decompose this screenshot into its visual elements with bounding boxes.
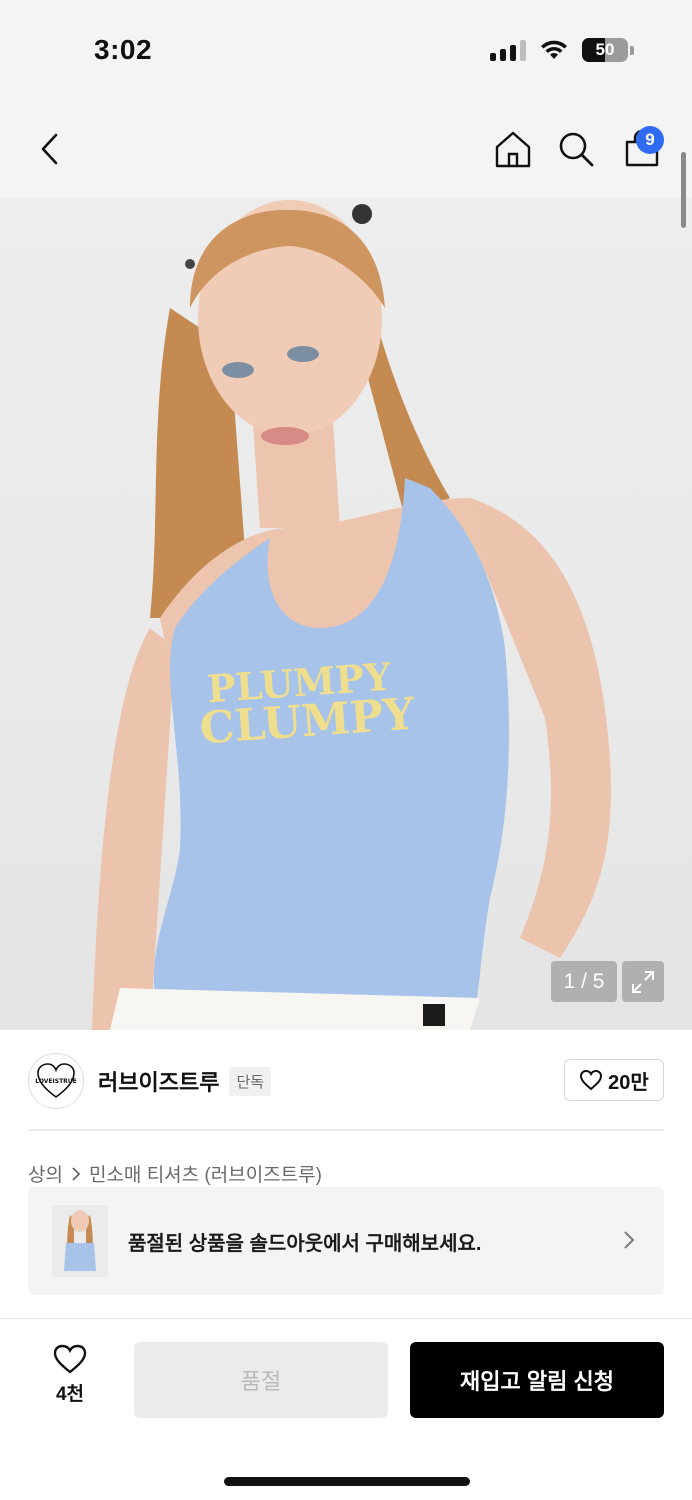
cart-badge: 9 bbox=[636, 126, 664, 154]
bottom-bar-divider bbox=[0, 1318, 692, 1319]
wifi-icon bbox=[541, 40, 567, 59]
back-icon bbox=[41, 133, 58, 165]
search-icon bbox=[559, 132, 594, 167]
status-time: 3:02 bbox=[94, 34, 153, 65]
home-button[interactable] bbox=[490, 100, 536, 198]
heart-icon bbox=[580, 1069, 603, 1091]
battery-icon: 50 bbox=[582, 38, 628, 62]
soldout-button: 품절 bbox=[134, 1342, 388, 1418]
cart-button[interactable]: 9 bbox=[616, 100, 668, 198]
section-divider bbox=[28, 1129, 664, 1131]
image-counter: 1 / 5 bbox=[551, 961, 617, 1002]
status-icons: 50 bbox=[490, 38, 634, 62]
battery-cap bbox=[630, 45, 634, 55]
breadcrumb: 상의 민소매 티셔츠 (러브이즈트루) bbox=[28, 1160, 322, 1187]
search-button[interactable] bbox=[554, 100, 598, 198]
product-photo: PLUMPY CLUMPY bbox=[92, 200, 611, 1030]
soldout-banner[interactable]: 품절된 상품을 솔드아웃에서 구매해보세요. bbox=[28, 1187, 664, 1295]
battery-level: 50 bbox=[595, 40, 615, 59]
expand-icon bbox=[632, 970, 654, 993]
brand-like-button[interactable]: 20만 bbox=[564, 1059, 664, 1101]
product-image[interactable]: PLUMPY CLUMPY bbox=[0, 198, 692, 1030]
chevron-right-icon bbox=[72, 1166, 81, 1181]
wishlist-count: 4천 bbox=[55, 1384, 85, 1405]
soldout-thumbnail bbox=[52, 1205, 108, 1277]
heart-icon bbox=[53, 1344, 87, 1374]
brand-logo-mark: LOVEISTRUE bbox=[35, 1063, 77, 1098]
thumbnail-photo bbox=[52, 1205, 108, 1277]
back-button[interactable] bbox=[28, 100, 72, 198]
exclusive-tag: 단독 bbox=[229, 1066, 272, 1096]
restock-alert-button[interactable]: 재입고 알림 신청 bbox=[410, 1342, 664, 1418]
brand-like-count: 20만 bbox=[608, 1071, 649, 1094]
brand-row: LOVEISTRUE 러브이즈트루 단독 20만 bbox=[28, 1050, 664, 1112]
soldout-banner-text: 품절된 상품을 솔드아웃에서 구매해보세요. bbox=[128, 1232, 482, 1255]
expand-image-button[interactable] bbox=[622, 961, 664, 1002]
chevron-right-icon bbox=[624, 1231, 635, 1249]
page-scrollbar[interactable] bbox=[681, 152, 686, 228]
brand-logo[interactable]: LOVEISTRUE bbox=[28, 1053, 84, 1109]
status-bar: 3:02 50 bbox=[0, 0, 692, 100]
brand-name[interactable]: 러브이즈트루 bbox=[98, 1065, 219, 1097]
brand-logo-text: LOVEISTRUE bbox=[35, 1078, 77, 1085]
wishlist-button[interactable]: 4천 bbox=[40, 1343, 100, 1406]
nav-bar: 9 bbox=[0, 100, 692, 198]
breadcrumb-category[interactable]: 상의 bbox=[28, 1160, 63, 1187]
home-icon bbox=[495, 131, 531, 168]
breadcrumb-subcategory[interactable]: 민소매 티셔츠 (러브이즈트루) bbox=[89, 1160, 322, 1187]
signal-icon bbox=[490, 39, 526, 61]
home-indicator[interactable] bbox=[224, 1477, 470, 1486]
